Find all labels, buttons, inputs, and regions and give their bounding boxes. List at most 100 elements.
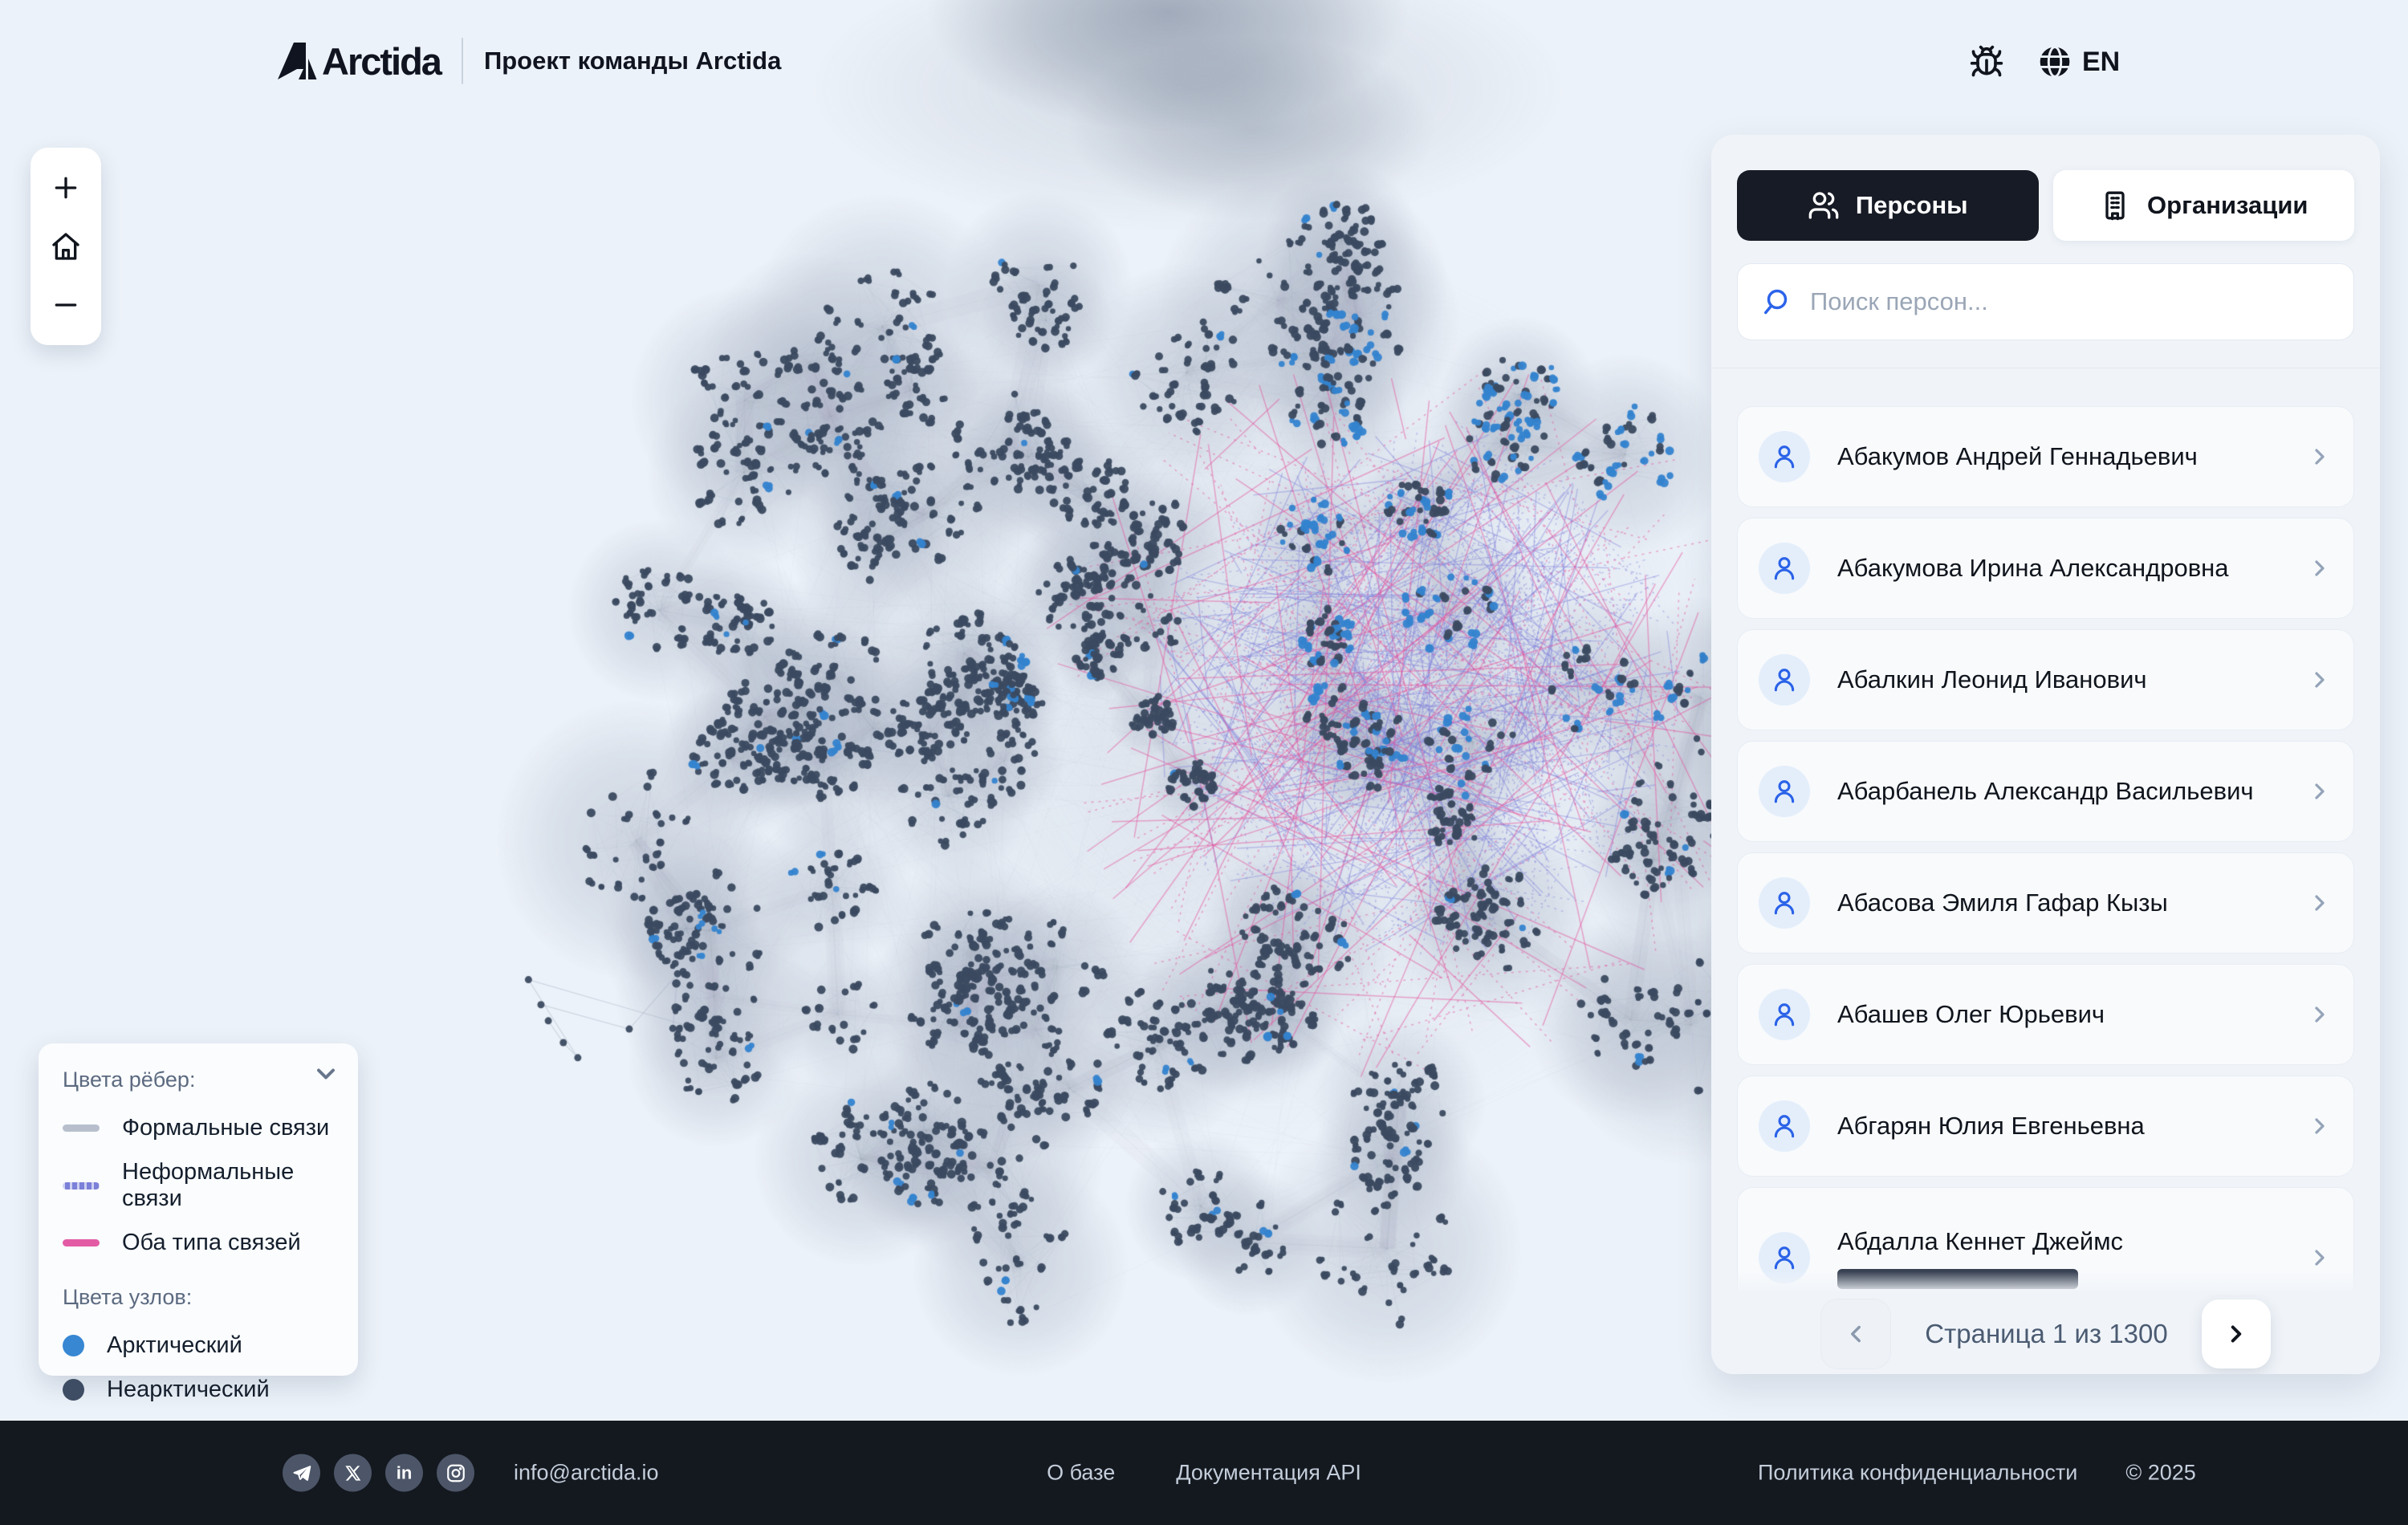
graph-legend: Цвета рёбер: Формальные связи Неформальн… — [39, 1043, 358, 1376]
person-list-item[interactable]: Абасова Эмиля Гафар Кызы — [1737, 852, 2354, 954]
person-name: Абарбанель Александр Васильевич — [1837, 776, 2254, 807]
search-icon — [1760, 287, 1789, 316]
chevron-right-icon — [2307, 1113, 2333, 1139]
footer-links: О базе Документация API — [1047, 1461, 1361, 1486]
x-icon[interactable] — [334, 1454, 372, 1492]
header-actions: EN — [1968, 35, 2120, 88]
api-docs-link[interactable]: Документация API — [1176, 1461, 1361, 1486]
avatar — [1759, 877, 1810, 929]
legend-label: Неформальные связи — [122, 1159, 334, 1212]
legend-item-both: Оба типа связей — [63, 1230, 334, 1256]
chevron-right-icon — [2307, 1245, 2333, 1271]
person-icon — [1771, 666, 1798, 693]
privacy-policy-link[interactable]: Политика конфиденциальности — [1758, 1461, 2077, 1486]
person-name: Абашев Олег Юрьевич — [1837, 999, 2105, 1031]
tab-label: Персоны — [1856, 191, 1968, 220]
pagination-bar: Страница 1 из 1300 — [1711, 1294, 2380, 1374]
people-list: Абакумов Андрей Геннадьевич Абакумова Ир… — [1737, 406, 2354, 1339]
nonarctic-node-swatch — [63, 1379, 84, 1401]
bug-report-icon[interactable] — [1968, 43, 2005, 80]
person-list-item[interactable]: Абакумов Андрей Геннадьевич — [1737, 406, 2354, 507]
search-input[interactable] — [1808, 287, 2331, 317]
person-name: Абдалла Кеннет Джеймс — [1837, 1226, 2123, 1258]
footer-legal: Политика конфиденциальности © 2025 — [1758, 1461, 2196, 1486]
chevron-right-icon — [2307, 1002, 2333, 1027]
language-label: EN — [2082, 47, 2120, 78]
avatar — [1759, 766, 1810, 817]
person-name: Абасова Эмиля Гафар Кызы — [1837, 888, 2168, 919]
entities-sidebar: Персоны Организации Абакумов Андрей Генн… — [1711, 135, 2380, 1374]
person-list-item[interactable]: Абакумова Ирина Александровна — [1737, 518, 2354, 619]
arctic-node-swatch — [63, 1335, 84, 1356]
person-name: Абакумова Ирина Александровна — [1837, 553, 2229, 584]
social-links: in — [283, 1454, 474, 1492]
legend-item-nonarctic: Неарктический — [63, 1377, 334, 1403]
footer: in info@arctida.io О базе Документация A… — [0, 1421, 2408, 1525]
tab-persons[interactable]: Персоны — [1737, 170, 2039, 241]
tab-label: Организации — [2147, 191, 2308, 220]
person-icon — [1771, 1112, 1798, 1140]
linkedin-icon[interactable]: in — [385, 1454, 423, 1492]
person-icon — [1771, 1244, 1798, 1271]
person-icon — [1771, 889, 1798, 917]
person-list-item[interactable]: Абарбанель Александр Васильевич — [1737, 741, 2354, 842]
person-list-item[interactable]: Абашев Олег Юрьевич — [1737, 964, 2354, 1065]
avatar — [1759, 431, 1810, 482]
instagram-icon[interactable] — [437, 1454, 474, 1492]
header: Arctida Проект команды Arctida — [277, 32, 781, 90]
previous-page-button[interactable] — [1820, 1299, 1891, 1369]
tab-organizations[interactable]: Организации — [2053, 170, 2355, 241]
legend-item-formal: Формальные связи — [63, 1115, 334, 1141]
copyright: © 2025 — [2125, 1461, 2195, 1486]
brand-logo[interactable]: Arctida — [277, 39, 441, 83]
contact-email[interactable]: info@arctida.io — [514, 1461, 659, 1486]
avatar — [1759, 989, 1810, 1040]
header-divider — [462, 38, 463, 84]
avatar — [1759, 654, 1810, 706]
zoom-in-button[interactable] — [47, 169, 84, 206]
person-name: Абалкин Леонид Иванович — [1837, 665, 2147, 696]
about-link[interactable]: О базе — [1047, 1461, 1115, 1486]
person-list-item[interactable]: Абгарян Юлия Евгеньевна — [1737, 1076, 2354, 1177]
language-switch[interactable]: EN — [2037, 44, 2120, 79]
formal-edge-swatch — [63, 1124, 100, 1132]
chevron-right-icon — [2307, 667, 2333, 693]
globe-icon — [2037, 44, 2072, 79]
person-name: Абакумов Андрей Геннадьевич — [1837, 441, 2198, 473]
person-icon — [1771, 443, 1798, 470]
legend-edges-title: Цвета рёбер: — [63, 1068, 334, 1092]
person-icon — [1771, 1001, 1798, 1028]
entity-tabs: Персоны Организации — [1737, 170, 2354, 241]
legend-collapse-button[interactable] — [310, 1058, 342, 1090]
page-indicator: Страница 1 из 1300 — [1925, 1319, 2167, 1349]
chevron-right-icon — [2307, 890, 2333, 916]
chevron-right-icon — [2307, 779, 2333, 804]
person-icon — [1771, 555, 1798, 582]
legend-item-arctic: Арктический — [63, 1332, 334, 1359]
person-name: Абгарян Юлия Евгеньевна — [1837, 1111, 2145, 1142]
chevron-down-icon — [311, 1059, 340, 1088]
informal-edge-swatch — [63, 1182, 100, 1190]
map-zoom-controls — [31, 148, 101, 345]
search-box — [1737, 263, 2354, 340]
chevron-left-icon — [1842, 1320, 1869, 1348]
zoom-out-button[interactable] — [47, 287, 84, 323]
next-page-button[interactable] — [2202, 1299, 2271, 1368]
arctida-logo-icon — [277, 39, 317, 83]
both-edge-swatch — [63, 1239, 100, 1246]
legend-item-informal: Неформальные связи — [63, 1159, 334, 1212]
legend-label: Формальные связи — [122, 1115, 329, 1141]
legend-label: Арктический — [107, 1332, 242, 1359]
people-icon — [1808, 189, 1840, 222]
building-icon — [2099, 189, 2131, 222]
person-icon — [1771, 778, 1798, 805]
person-list-item[interactable]: Абалкин Леонид Иванович — [1737, 629, 2354, 730]
telegram-icon[interactable] — [283, 1454, 320, 1492]
avatar — [1759, 543, 1810, 594]
home-icon — [50, 230, 82, 262]
chevron-right-icon — [2307, 444, 2333, 470]
legend-label: Неарктический — [107, 1377, 270, 1403]
home-button[interactable] — [47, 228, 84, 265]
chevron-right-icon — [2223, 1320, 2250, 1348]
chevron-right-icon — [2307, 555, 2333, 581]
